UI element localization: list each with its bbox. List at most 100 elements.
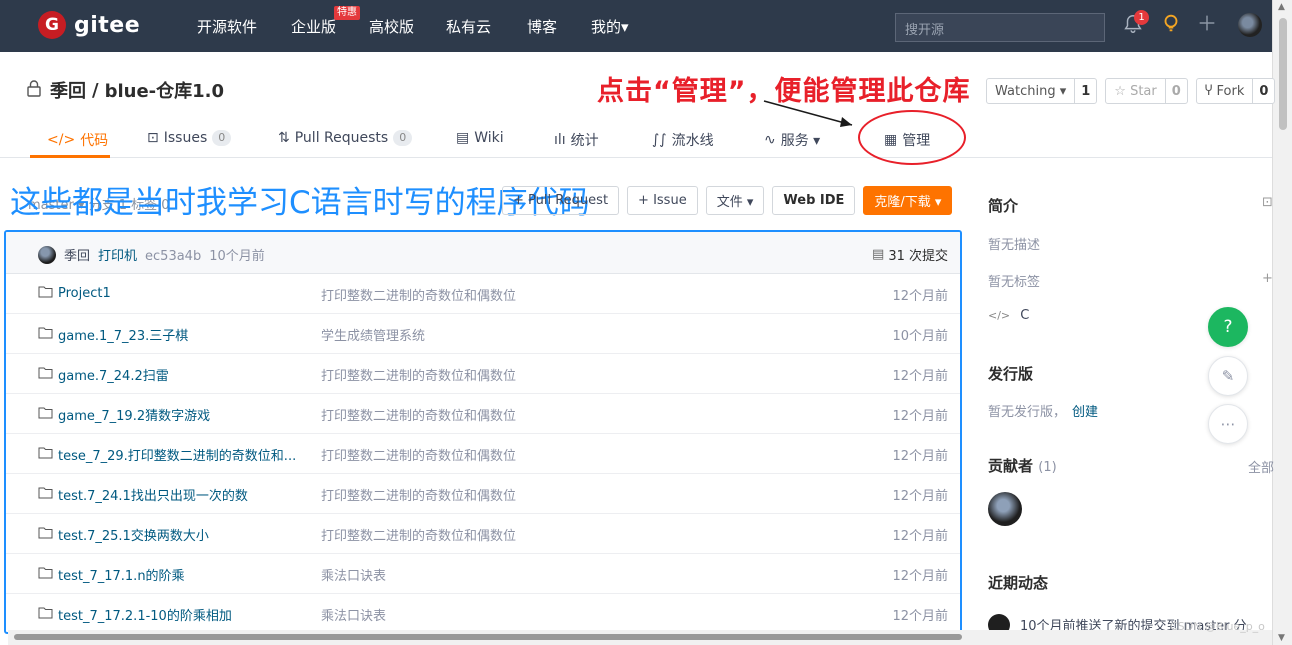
file-time: 12个月前 [892, 289, 948, 304]
repo-separator: / [92, 79, 99, 101]
table-row[interactable]: test_7_17.1.n的阶乘 乘法口诀表 12个月前 [6, 554, 960, 594]
table-row[interactable]: test.7_25.1交换两数大小 打印整数二进制的奇数位和偶数位 12个月前 [6, 514, 960, 554]
folder-icon [38, 486, 53, 503]
table-row[interactable]: game_7_19.2猜数字游戏 打印整数二进制的奇数位和偶数位 12个月前 [6, 394, 960, 434]
commit-author[interactable]: 季回 [64, 249, 90, 264]
file-commit-message[interactable]: 打印整数二进制的奇数位和偶数位 [321, 525, 516, 544]
tab-pr-label: Pull Requests [294, 130, 389, 146]
chat-icon[interactable]: ⋯ [1208, 404, 1248, 444]
intro-heading: 简介 [988, 197, 1019, 215]
plus-icon[interactable] [1196, 12, 1218, 38]
commits-icon: ▤ [872, 247, 885, 262]
create-release-link[interactable]: 创建 [1072, 405, 1098, 420]
language-item[interactable]: </> C [988, 308, 1029, 323]
bell-icon[interactable]: 1 [1122, 10, 1149, 38]
file-name[interactable]: game.1_7_23.三子棋 [58, 325, 188, 344]
tab-pipeline[interactable]: ∫∫ 流水线 [652, 130, 714, 150]
file-commit-message[interactable]: 打印整数二进制的奇数位和偶数位 [321, 405, 516, 424]
star-label: ☆ Star [1114, 83, 1157, 99]
tab-pull-requests[interactable]: ⇅ Pull Requests 0 [278, 130, 413, 146]
commit-count-link[interactable]: ▤ 31 次提交 [872, 245, 948, 264]
tab-wiki[interactable]: ▤ Wiki [456, 130, 504, 146]
file-commit-message[interactable]: 乘法口诀表 [321, 605, 386, 624]
file-time: 12个月前 [892, 409, 948, 424]
tab-stats[interactable]: ılı 统计 [554, 130, 599, 150]
logo-text: gitee [74, 12, 141, 38]
gitee-logo[interactable]: G gitee [38, 11, 140, 39]
table-row[interactable]: game.1_7_23.三子棋 学生成绩管理系统 10个月前 [6, 314, 960, 354]
watch-button[interactable]: Watching ▾ 1 [986, 78, 1098, 104]
watch-count[interactable]: 1 [1074, 79, 1096, 103]
web-ide-button[interactable]: Web IDE [772, 186, 856, 215]
top-navbar: G gitee 开源软件 企业版 特惠 高校版 私有云 博客 我的▾ 搜开源 1 [0, 0, 1272, 52]
edit-intro-icon[interactable]: ⊡ [1262, 195, 1273, 210]
contributors-all-link[interactable]: 全部 [1248, 457, 1274, 476]
file-name[interactable]: test_7_17.1.n的阶乘 [58, 565, 185, 584]
repo-name[interactable]: blue-仓库1.0 [105, 77, 224, 103]
commit-message[interactable]: 打印机 [98, 249, 137, 264]
help-button[interactable]: ? [1208, 307, 1248, 347]
table-row[interactable]: game.7_24.2扫雷 打印整数二进制的奇数位和偶数位 12个月前 [6, 354, 960, 394]
file-commit-message[interactable]: 乘法口诀表 [321, 565, 386, 584]
scroll-thumb[interactable] [1279, 18, 1287, 130]
file-name[interactable]: Project1 [58, 286, 111, 301]
file-commit-message[interactable]: 学生成绩管理系统 [321, 325, 425, 344]
nav-enterprise[interactable]: 企业版 [291, 16, 336, 37]
folder-icon [38, 526, 53, 543]
horizontal-scrollbar[interactable] [8, 630, 1272, 645]
issue-button[interactable]: + Issue [627, 186, 698, 215]
file-list: 季回 打印机 ec53a4b 10个月前 ▤ 31 次提交 Project1 打印整数… [4, 230, 962, 634]
fork-count[interactable]: 0 [1252, 79, 1274, 103]
nav-open-source[interactable]: 开源软件 [197, 16, 257, 37]
file-commit-message[interactable]: 打印整数二进制的奇数位和偶数位 [321, 285, 516, 304]
scroll-down-icon[interactable]: ▼ [1278, 633, 1285, 643]
pull-request-button[interactable]: + Pull Request [502, 186, 620, 215]
nav-blog[interactable]: 博客 [527, 16, 557, 37]
release-empty: 暂无发行版， [988, 405, 1067, 420]
table-row[interactable]: Project1 打印整数二进制的奇数位和偶数位 12个月前 [6, 274, 960, 314]
table-row[interactable]: tese_7_29.打印整数二进制的奇数位和... 打印整数二进制的奇数位和偶数… [6, 434, 960, 474]
active-tab-underline [30, 155, 110, 158]
search-input[interactable]: 搜开源 [895, 13, 1105, 42]
tab-issues[interactable]: ⊡ Issues 0 [147, 130, 232, 146]
file-commit-message[interactable]: 打印整数二进制的奇数位和偶数位 [321, 445, 516, 464]
file-name[interactable]: game.7_24.2扫雷 [58, 365, 169, 384]
feedback-edit-icon[interactable]: ✎ [1208, 356, 1248, 396]
nav-private-cloud[interactable]: 私有云 [446, 16, 491, 37]
commit-hash[interactable]: ec53a4b [145, 249, 201, 264]
hot-badge: 特惠 [334, 6, 360, 20]
lock-icon [24, 78, 44, 103]
star-button[interactable]: ☆ Star 0 [1105, 78, 1188, 104]
nav-university[interactable]: 高校版 [369, 16, 414, 37]
file-name[interactable]: tese_7_29.打印整数二进制的奇数位和... [58, 445, 296, 464]
clone-download-button[interactable]: 克隆/下载 ▾ [863, 186, 953, 215]
file-commit-message[interactable]: 打印整数二进制的奇数位和偶数位 [321, 365, 516, 384]
folder-icon [38, 285, 53, 302]
chart-icon: ılı [554, 132, 566, 148]
file-commit-message[interactable]: 打印整数二进制的奇数位和偶数位 [321, 485, 516, 504]
nav-mine[interactable]: 我的▾ [591, 16, 629, 37]
file-name[interactable]: test.7_25.1交换两数大小 [58, 525, 209, 544]
folder-icon [38, 326, 53, 343]
tab-code[interactable]: </> 代码 [47, 130, 108, 150]
files-button[interactable]: 文件 ▾ [705, 186, 765, 215]
commit-author-avatar[interactable] [38, 246, 56, 264]
fork-button[interactable]: Ⴤ Fork 0 [1195, 78, 1276, 104]
scroll-up-icon[interactable]: ▲ [1278, 2, 1285, 12]
contributor-avatar[interactable] [988, 492, 1022, 526]
repo-owner[interactable]: 季回 [50, 77, 86, 103]
logo-mark: G [38, 11, 66, 39]
tags-text: 暂无标签 [988, 275, 1041, 290]
file-name[interactable]: test.7_24.1找出只出现一次的数 [58, 485, 248, 504]
file-name[interactable]: test_7_17.2.1-10的阶乘相加 [58, 605, 232, 624]
hscroll-thumb[interactable] [14, 634, 962, 640]
contributors-title: 贡献者 [988, 457, 1034, 475]
commit-count: 31 次提交 [888, 249, 948, 264]
user-avatar[interactable] [1238, 13, 1262, 37]
bulb-icon[interactable] [1160, 12, 1182, 38]
star-count[interactable]: 0 [1164, 79, 1187, 103]
table-row[interactable]: test_7_17.2.1-10的阶乘相加 乘法口诀表 12个月前 [6, 594, 960, 632]
add-tag-icon[interactable]: + [1262, 271, 1273, 286]
file-name[interactable]: game_7_19.2猜数字游戏 [58, 405, 210, 424]
table-row[interactable]: test.7_24.1找出只出现一次的数 打印整数二进制的奇数位和偶数位 12个… [6, 474, 960, 514]
